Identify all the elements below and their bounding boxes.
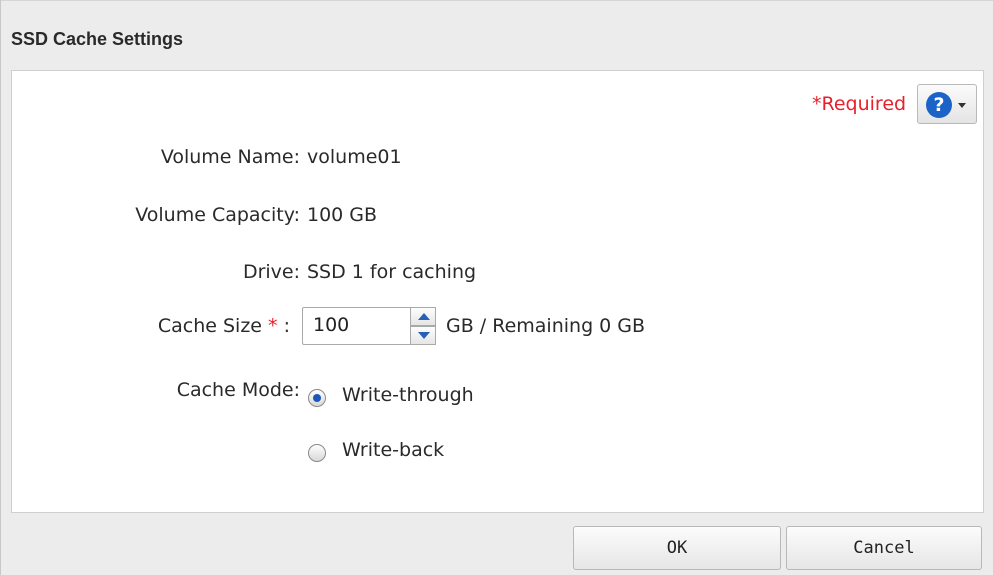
- drive-value: SSD 1 for caching: [307, 261, 477, 283]
- help-dropdown-button[interactable]: ?: [917, 84, 977, 124]
- spin-up-button[interactable]: [410, 307, 436, 326]
- help-circle-icon: ?: [926, 92, 952, 118]
- cache-size-input[interactable]: 100: [302, 307, 414, 345]
- cache-mode-label: Cache Mode:: [176, 379, 300, 401]
- volume-name-value: volume01: [307, 146, 402, 168]
- volume-capacity-value: 100 GB: [307, 204, 378, 226]
- cache-size-label: Cache Size * :: [158, 315, 290, 337]
- radio-write-back[interactable]: [308, 444, 326, 462]
- cache-size-suffix: GB / Remaining 0 GB: [446, 315, 646, 337]
- ssd-cache-settings-dialog: SSD Cache Settings *Required ? Volume Na…: [0, 0, 993, 575]
- drive-label: Drive:: [242, 261, 300, 283]
- radio-write-back-label[interactable]: Write-back: [342, 439, 444, 461]
- radio-write-through-label[interactable]: Write-through: [342, 384, 474, 406]
- ok-button[interactable]: OK: [573, 526, 781, 570]
- volume-name-label: Volume Name:: [160, 146, 300, 168]
- required-asterisk: *: [268, 315, 278, 337]
- volume-capacity-label: Volume Capacity:: [135, 204, 300, 226]
- required-note: *Required: [812, 93, 907, 115]
- caret-down-icon: [958, 103, 966, 108]
- chevron-up-icon: [418, 313, 430, 320]
- radio-write-through[interactable]: [308, 389, 326, 407]
- dialog-titlebar: SSD Cache Settings: [1, 0, 993, 70]
- dialog-content: *Required ? Volume Name: volume01 Volume…: [11, 70, 984, 513]
- spin-down-button[interactable]: [410, 326, 436, 345]
- cache-size-label-text: Cache Size: [157, 315, 262, 337]
- dialog-title: SSD Cache Settings: [11, 29, 184, 49]
- chevron-down-icon: [418, 332, 430, 339]
- cache-size-colon: :: [283, 315, 290, 337]
- cache-size-spinner: [410, 307, 436, 345]
- cancel-button[interactable]: Cancel: [786, 526, 982, 570]
